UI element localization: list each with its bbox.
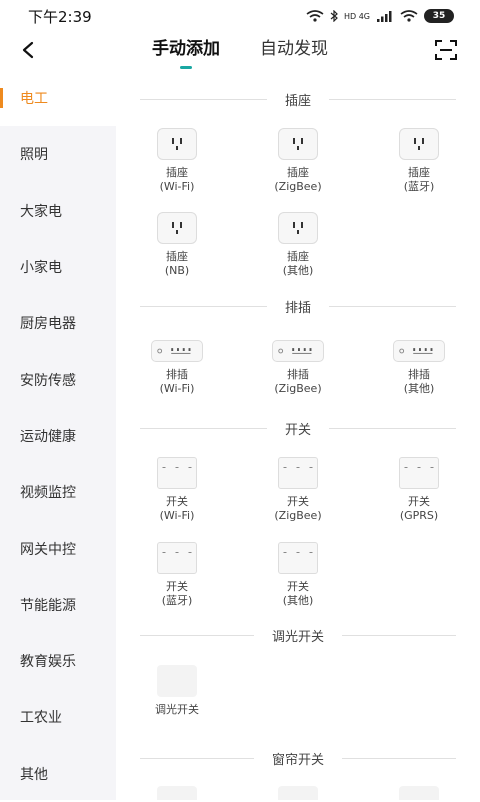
divider (342, 757, 457, 759)
section-title-text: 开关 (285, 422, 312, 438)
wifi-icon-2 (400, 10, 418, 22)
device-label: 排插 (其他) (403, 368, 435, 395)
divider (140, 427, 267, 429)
battery-icon: 35 (424, 9, 454, 23)
sidebar-item-health[interactable]: 运动健康 (0, 408, 116, 464)
sidebar-item-kitchen[interactable]: 厨房电器 (0, 295, 116, 351)
wall-switch-icon (399, 457, 439, 489)
device-socket-nb[interactable]: 插座 (NB) (122, 212, 232, 278)
device-switch-bluetooth[interactable]: 开关 (蓝牙) (122, 542, 232, 608)
device-label: 开关 (蓝牙) (161, 580, 193, 607)
sidebar-item-other[interactable]: 其他 (0, 746, 116, 802)
sidebar-item-security[interactable]: 安防传感 (0, 351, 116, 407)
device-label: 插座 (Wi-Fi) (159, 166, 195, 193)
socket-icon (278, 212, 318, 244)
sidebar-item-lighting[interactable]: 照明 (0, 126, 116, 182)
divider (329, 427, 457, 429)
device-switch-zigbee[interactable]: 开关 (ZigBee) (243, 457, 353, 523)
device-label: 开关 (其他) (282, 580, 314, 607)
signal-icon (377, 11, 392, 22)
device-label: 调光开关 (155, 703, 199, 716)
socket-icon (399, 128, 439, 160)
device-label: 插座 (其他) (282, 250, 314, 277)
power-strip-icon (393, 340, 445, 362)
status-icons: HD 4G 35 (306, 9, 454, 23)
section-title-text: 窗帘开关 (272, 752, 325, 768)
sidebar-item-video[interactable]: 视频监控 (0, 464, 116, 520)
device-switch-other[interactable]: 开关 (其他) (243, 542, 353, 608)
divider (329, 305, 457, 307)
power-strip-icon (272, 340, 324, 362)
device-label: 插座 (ZigBee) (274, 166, 322, 193)
curtain-switch-icon (157, 786, 197, 800)
section-title-socket: 插座 (140, 89, 457, 109)
wifi-icon (306, 10, 324, 22)
device-label: 插座 (蓝牙) (403, 166, 435, 193)
device-list: 插座 插座 (Wi-Fi) 插座 (ZigBee) 插座 (蓝牙) 插座 (NB) 插座… (116, 70, 480, 800)
divider (140, 757, 254, 759)
curtain-switch-icon (399, 786, 439, 800)
device-label: 插座 (NB) (164, 250, 190, 277)
device-socket-other[interactable]: 插座 (其他) (243, 212, 353, 278)
wall-switch-icon (278, 542, 318, 574)
section-title-dimmer: 调光开关 (140, 625, 457, 645)
device-strip-wifi[interactable]: 排插 (Wi-Fi) (122, 340, 232, 396)
device-socket-wifi[interactable]: 插座 (Wi-Fi) (122, 128, 232, 194)
header: 手动添加 自动发现 (0, 32, 480, 68)
device-label: 排插 (ZigBee) (274, 368, 322, 395)
status-bar: 下午2:39 HD 4G 35 (0, 0, 480, 32)
wall-switch-icon (278, 457, 318, 489)
sidebar-item-small-appliances[interactable]: 小家电 (0, 239, 116, 295)
socket-icon (157, 212, 197, 244)
socket-icon (278, 128, 318, 160)
sidebar-item-electrical[interactable]: 电工 (0, 70, 116, 127)
power-strip-icon (151, 340, 203, 362)
device-label: 开关 (Wi-Fi) (159, 495, 195, 522)
section-title-curtain: 窗帘开关 (140, 748, 457, 768)
tab-auto-discover[interactable]: 自动发现 (260, 34, 328, 67)
curtain-switch-icon (278, 786, 318, 800)
section-title-text: 调光开关 (272, 629, 325, 645)
status-time: 下午2:39 (28, 7, 92, 26)
device-curtain-2[interactable] (243, 786, 353, 800)
wall-switch-icon (157, 457, 197, 489)
device-label: 开关 (ZigBee) (274, 495, 322, 522)
divider (140, 305, 267, 307)
sidebar-item-large-appliances[interactable]: 大家电 (0, 183, 116, 239)
device-socket-bluetooth[interactable]: 插座 (蓝牙) (364, 128, 474, 194)
sidebar-item-gateway[interactable]: 网关中控 (0, 520, 116, 576)
divider (329, 98, 457, 100)
section-title-strip: 排插 (140, 296, 457, 316)
device-curtain-3[interactable] (364, 786, 474, 800)
socket-icon (157, 128, 197, 160)
scan-icon (435, 40, 457, 60)
dimmer-switch-icon (157, 665, 197, 697)
device-strip-zigbee[interactable]: 排插 (ZigBee) (243, 340, 353, 396)
category-sidebar: 电工 照明 大家电 小家电 厨房电器 安防传感 运动健康 视频监控 网关中控 节… (0, 70, 116, 800)
section-title-switch: 开关 (140, 418, 457, 438)
divider (140, 98, 267, 100)
device-switch-gprs[interactable]: 开关 (GPRS) (364, 457, 474, 523)
sidebar-item-industry[interactable]: 工农业 (0, 689, 116, 745)
device-socket-zigbee[interactable]: 插座 (ZigBee) (243, 128, 353, 194)
scan-button[interactable] (432, 36, 460, 64)
section-title-text: 插座 (285, 93, 312, 109)
device-switch-wifi[interactable]: 开关 (Wi-Fi) (122, 457, 232, 523)
tab-bar: 手动添加 自动发现 (0, 34, 480, 67)
divider (140, 634, 254, 636)
device-curtain-1[interactable] (122, 786, 232, 800)
wall-switch-icon (157, 542, 197, 574)
sidebar-item-entertainment[interactable]: 教育娱乐 (0, 633, 116, 689)
tab-manual-add[interactable]: 手动添加 (152, 34, 220, 67)
device-strip-other[interactable]: 排插 (其他) (364, 340, 474, 396)
network-label: HD 4G (343, 11, 370, 21)
bluetooth-icon (330, 10, 338, 22)
divider (342, 634, 457, 636)
device-label: 排插 (Wi-Fi) (159, 368, 195, 395)
sidebar-item-energy[interactable]: 节能能源 (0, 577, 116, 633)
device-dimmer-switch[interactable]: 调光开关 (122, 665, 232, 717)
device-label: 开关 (GPRS) (399, 495, 439, 522)
section-title-text: 排插 (285, 300, 312, 316)
